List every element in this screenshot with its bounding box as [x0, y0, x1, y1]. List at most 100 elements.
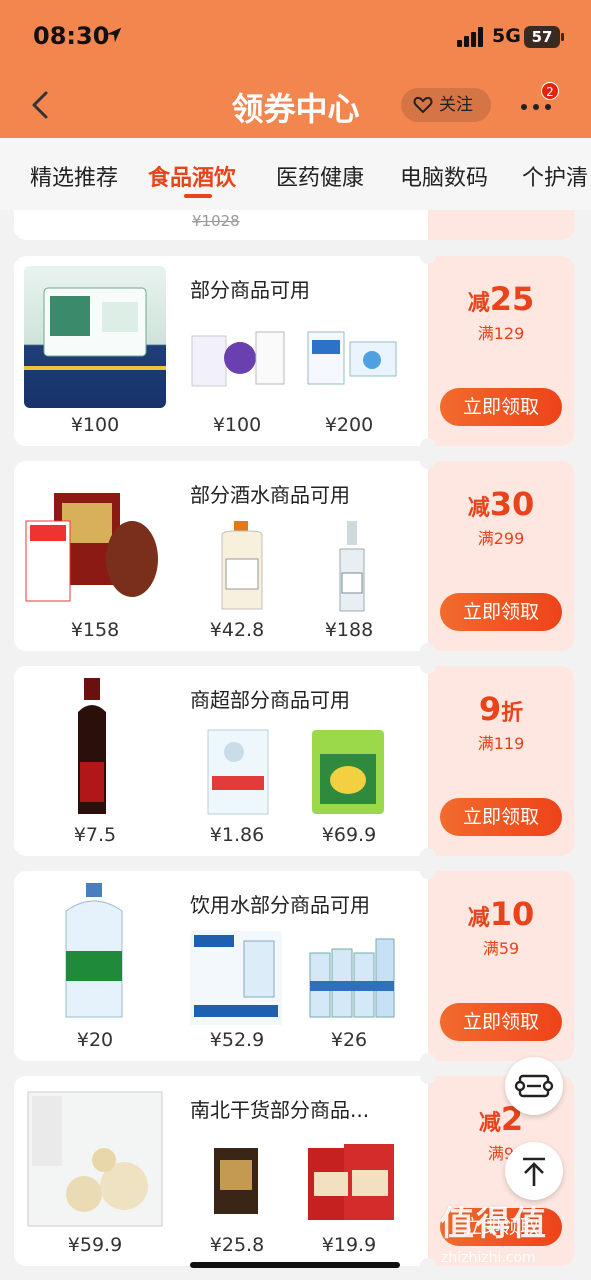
- liquor-gift-box-image: [25, 493, 158, 602]
- follow-button[interactable]: 关注: [401, 88, 491, 122]
- product-image[interactable]: [70, 676, 114, 818]
- product-price: ¥19.9: [321, 1234, 377, 1256]
- card-title: 饮用水部分商品可用: [190, 893, 370, 917]
- threshold-label: 满59: [482, 939, 520, 958]
- discount-amount: 减10: [467, 895, 535, 933]
- coupon-panel: 减10 满59 立即领取: [420, 871, 574, 1061]
- original-price: ¥1028: [192, 212, 240, 230]
- coupon-panel: 减30 满299 立即领取: [420, 461, 574, 651]
- water-jug-image: [65, 883, 123, 1018]
- coupon-card-partial[interactable]: ¥1028: [14, 210, 574, 240]
- coupon-card[interactable]: 商超部分商品可用 ¥7.5 ¥1.86 ¥69.9 9折 满119 立即领取: [14, 666, 574, 856]
- card-title: 部分商品可用: [190, 278, 310, 302]
- coupon-card[interactable]: 饮用水部分商品可用 ¥20 ¥52.9 ¥26 减10 满59 立即领取: [14, 871, 574, 1061]
- pure-milk-box-image: [307, 331, 397, 385]
- claim-button[interactable]: 立即领取: [440, 388, 562, 426]
- my-coupons-button[interactable]: [505, 1057, 563, 1115]
- product-image[interactable]: [188, 929, 284, 1027]
- product-image[interactable]: [332, 519, 372, 615]
- product-price: ¥52.9: [209, 1029, 265, 1051]
- tab-health[interactable]: 医药健康: [276, 160, 364, 192]
- location-arrow-icon: [106, 27, 122, 43]
- coupon-panel: 9折 满119 立即领取: [420, 666, 574, 856]
- discount-amount: 减25: [467, 280, 535, 318]
- product-price: ¥25.8: [209, 1234, 265, 1256]
- active-tab-indicator: [184, 194, 212, 198]
- nav-bar: 领券中心 关注 2: [0, 72, 591, 138]
- product-price: ¥69.9: [321, 824, 377, 846]
- rice-bag-image: [312, 730, 384, 814]
- battery-icon: 57: [524, 26, 564, 48]
- arrow-up-icon: [523, 1157, 545, 1186]
- back-to-top-button[interactable]: [505, 1142, 563, 1200]
- product-price: ¥7.5: [73, 824, 117, 846]
- milk-gift-box-image: [24, 287, 166, 370]
- coupon-card[interactable]: 部分商品可用 ¥100 ¥100 ¥200 减25 满129 立即领取: [14, 256, 574, 446]
- product-image[interactable]: [190, 328, 286, 392]
- water-pack-image: [309, 938, 395, 1018]
- heart-plus-icon: [413, 96, 433, 114]
- product-image[interactable]: [304, 326, 400, 392]
- product-price: ¥20: [76, 1029, 114, 1051]
- card-title: 南北干货部分商品...: [190, 1098, 370, 1122]
- discount-amount: 减30: [467, 485, 535, 523]
- claim-button[interactable]: 立即领取: [440, 1003, 562, 1041]
- water-bottles-image: [190, 931, 282, 1025]
- product-image[interactable]: [308, 726, 388, 818]
- product-image[interactable]: [24, 266, 166, 408]
- product-image[interactable]: [58, 881, 130, 1023]
- snack-bags-image: [308, 1144, 394, 1220]
- follow-label: 关注: [439, 95, 473, 115]
- product-price: ¥26: [330, 1029, 368, 1051]
- threshold-label: 满129: [477, 324, 525, 343]
- card-title: 商超部分商品可用: [190, 688, 350, 712]
- status-time: 08:30: [33, 22, 110, 50]
- network-type: 5G: [492, 25, 521, 47]
- coupon-panel: [428, 210, 574, 240]
- vinegar-bottle-image: [78, 678, 106, 814]
- baijiu-bottle-image: [339, 521, 365, 612]
- watermark-url: zhizhizhi.com: [441, 1250, 536, 1266]
- product-price: ¥100: [212, 414, 262, 436]
- salt-bag-image: [207, 729, 269, 815]
- ticket-icon: [514, 1074, 554, 1098]
- message-badge: 2: [541, 82, 559, 100]
- tab-digital[interactable]: 电脑数码: [400, 160, 488, 192]
- page-title: 领券中心: [231, 90, 360, 128]
- threshold-label: 满299: [477, 529, 525, 548]
- product-price: ¥158: [70, 619, 120, 641]
- watermark-logo: 值得值: [440, 1204, 548, 1244]
- dried-goods-pack-image: [214, 1148, 258, 1214]
- product-image[interactable]: [212, 519, 272, 615]
- coupon-panel: 减25 满129 立即领取: [420, 256, 574, 446]
- product-image[interactable]: [304, 933, 398, 1023]
- product-image[interactable]: [212, 1146, 260, 1216]
- tab-personal-care[interactable]: 个护清: [522, 160, 588, 192]
- signal-icon: [457, 27, 483, 47]
- product-price: ¥188: [324, 619, 374, 641]
- discount-amount: 9折: [478, 690, 524, 728]
- coupon-list[interactable]: ¥1028 部分商品可用 ¥100 ¥100 ¥200 减25 满129 立即领…: [0, 210, 591, 1280]
- category-tabs: 精选推荐 食品酒饮 医药健康 电脑数码 个护清: [0, 138, 591, 210]
- product-price: ¥1.86: [209, 824, 265, 846]
- claim-button[interactable]: 立即领取: [440, 593, 562, 631]
- threshold-label: 满119: [477, 734, 525, 753]
- header-bar: 08:30 5G 57 领券中心 关注 2: [0, 0, 591, 138]
- product-image[interactable]: [204, 726, 272, 818]
- tab-featured[interactable]: 精选推荐: [30, 160, 118, 192]
- tab-food-drinks[interactable]: 食品酒饮: [148, 160, 236, 192]
- product-image[interactable]: [304, 1142, 398, 1224]
- coupon-card[interactable]: 部分酒水商品可用 ¥158 ¥42.8 ¥188 减30 满299 立即领取: [14, 461, 574, 651]
- product-image[interactable]: [24, 1090, 166, 1228]
- home-indicator: [190, 1262, 400, 1268]
- product-image[interactable]: [24, 487, 166, 613]
- yogurt-box-image: [191, 331, 285, 387]
- product-price: ¥100: [70, 414, 120, 436]
- product-price: ¥42.8: [209, 619, 265, 641]
- status-bar: 08:30 5G 57: [0, 0, 591, 72]
- card-title: 部分酒水商品可用: [190, 483, 350, 507]
- product-price: ¥59.9: [67, 1234, 123, 1256]
- claim-button[interactable]: 立即领取: [440, 798, 562, 836]
- lotus-seed-bag-image: [27, 1091, 163, 1227]
- rice-wine-bottle-image: [221, 521, 263, 610]
